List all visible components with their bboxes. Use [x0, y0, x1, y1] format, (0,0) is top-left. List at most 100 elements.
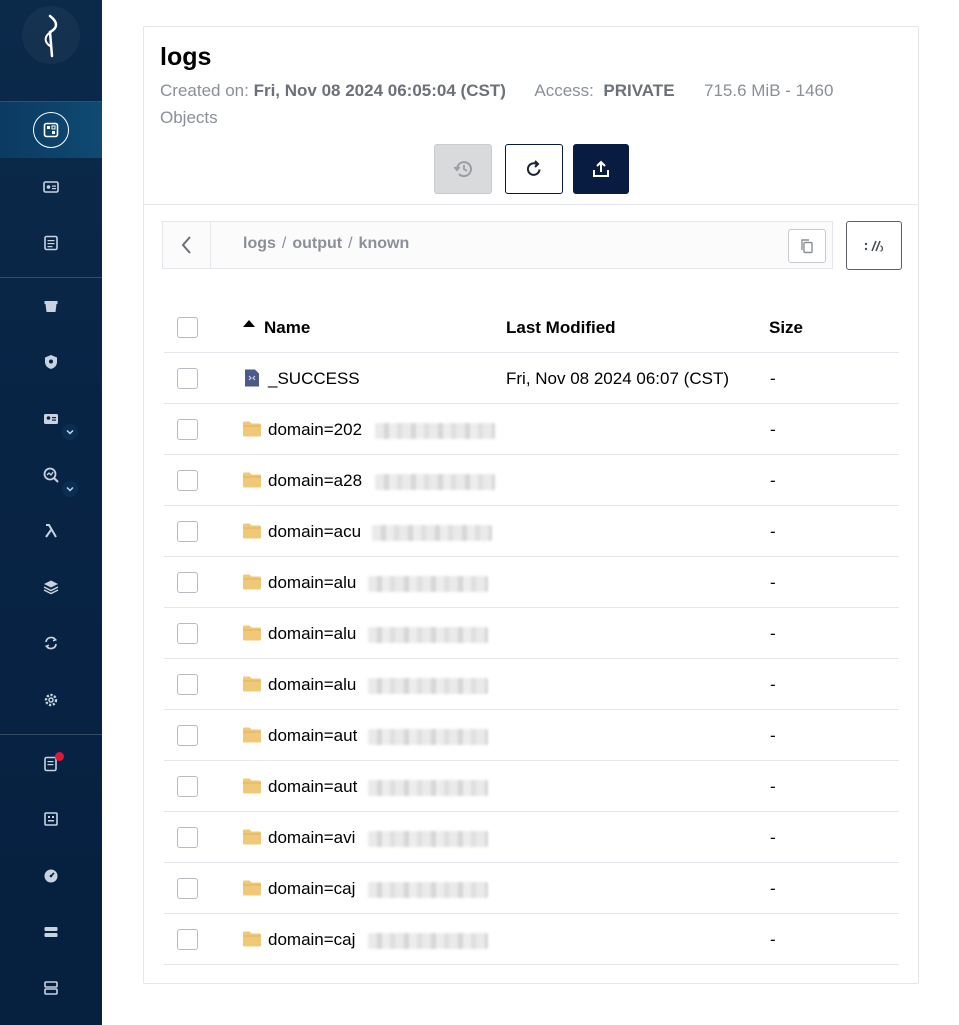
table-row[interactable]: domain=aut - — [164, 710, 899, 761]
access-value: PRIVATE — [603, 81, 675, 100]
folder-name[interactable]: domain=alu — [268, 675, 356, 695]
table-row[interactable]: domain=avi - — [164, 812, 899, 863]
back-button[interactable] — [163, 222, 211, 268]
monitoring-icon[interactable] — [41, 465, 61, 485]
select-all-checkbox[interactable] — [177, 317, 198, 338]
row-checkbox[interactable] — [177, 521, 198, 542]
table-row[interactable]: domain=caj - — [164, 914, 899, 965]
folder-icon — [242, 929, 262, 949]
redacted-text — [368, 576, 488, 592]
refresh-icon — [526, 160, 541, 176]
breadcrumb-item[interactable]: output — [292, 235, 342, 252]
table-row[interactable]: domain=aut - — [164, 761, 899, 812]
bucket-meta: Created on: Fri, Nov 08 2024 06:05:04 (C… — [160, 77, 860, 131]
column-header-size[interactable]: Size — [769, 318, 803, 338]
folder-name[interactable]: domain=aut — [268, 777, 357, 797]
object-size: - — [770, 369, 776, 388]
table-row[interactable]: domain=alu - — [164, 608, 899, 659]
folder-icon — [242, 572, 262, 592]
rewind-button[interactable] — [434, 144, 492, 194]
documentation-icon[interactable] — [41, 233, 61, 253]
redacted-text — [375, 423, 495, 439]
object-size: - — [770, 930, 776, 949]
table-row[interactable]: _SUCCESS Fri, Nov 08 2024 06:07 (CST) - — [164, 353, 899, 404]
site-replication-icon[interactable] — [41, 978, 61, 998]
table-row[interactable]: domain=caj - — [164, 863, 899, 914]
created-value: Fri, Nov 08 2024 06:05:04 (CST) — [253, 81, 506, 100]
folder-name[interactable]: domain=a28 — [268, 471, 362, 491]
settings-icon[interactable] — [41, 690, 61, 710]
policies-icon[interactable] — [41, 352, 61, 372]
row-checkbox[interactable] — [177, 878, 198, 899]
object-size: - — [770, 879, 776, 898]
folder-name[interactable]: domain=alu — [268, 624, 356, 644]
folder-name[interactable]: domain=avi — [268, 828, 355, 848]
folder-name[interactable]: domain=alu — [268, 573, 356, 593]
upload-button[interactable] — [573, 144, 629, 194]
row-checkbox[interactable] — [177, 470, 198, 491]
buckets-icon[interactable] — [33, 112, 69, 148]
redacted-text — [368, 627, 488, 643]
table-row[interactable]: domain=alu - — [164, 659, 899, 710]
row-checkbox[interactable] — [177, 368, 198, 389]
folder-icon — [242, 674, 262, 694]
copy-path-button[interactable] — [788, 229, 826, 263]
access-keys-icon[interactable] — [41, 177, 61, 197]
column-header-last-modified[interactable]: Last Modified — [506, 318, 616, 338]
table-row[interactable]: domain=acu - — [164, 506, 899, 557]
sidebar-divider — [0, 734, 102, 735]
redacted-text — [368, 831, 488, 847]
row-checkbox[interactable] — [177, 623, 198, 644]
object-size: - — [770, 828, 776, 847]
chevron-down-icon[interactable] — [62, 424, 78, 440]
folder-icon — [242, 470, 262, 490]
folder-name[interactable]: domain=aut — [268, 726, 357, 746]
refresh-button[interactable] — [505, 144, 563, 194]
table-row[interactable]: domain=alu - — [164, 557, 899, 608]
lambda-icon[interactable] — [41, 521, 61, 541]
row-checkbox[interactable] — [177, 929, 198, 950]
folder-name[interactable]: domain=202 — [268, 420, 362, 440]
identity-icon[interactable] — [41, 409, 61, 429]
created-label: Created on: — [160, 81, 249, 100]
row-checkbox[interactable] — [177, 674, 198, 695]
redacted-text — [368, 678, 488, 694]
chevron-down-icon[interactable] — [62, 481, 78, 497]
drives-icon[interactable] — [41, 922, 61, 942]
row-checkbox[interactable] — [177, 725, 198, 746]
breadcrumb-path: logs / output / known — [243, 235, 410, 252]
file-icon — [242, 368, 262, 388]
table-row[interactable]: domain=202 - — [164, 404, 899, 455]
breadcrumb-item[interactable]: logs — [243, 235, 276, 252]
chevron-left-icon — [181, 236, 191, 254]
column-header-name[interactable]: Name — [264, 318, 310, 338]
last-modified: Fri, Nov 08 2024 06:07 (CST) — [506, 369, 729, 388]
sort-ascending-icon[interactable] — [243, 320, 255, 327]
row-checkbox[interactable] — [177, 419, 198, 440]
row-checkbox[interactable] — [177, 572, 198, 593]
row-checkbox[interactable] — [177, 776, 198, 797]
tiers-icon[interactable] — [41, 577, 61, 597]
folder-icon — [242, 623, 262, 643]
copy-icon — [801, 239, 813, 254]
table-row[interactable]: domain=a28 - — [164, 455, 899, 506]
redacted-text — [375, 474, 495, 490]
folder-icon — [242, 878, 262, 898]
storage-icon[interactable] — [41, 296, 61, 316]
row-checkbox[interactable] — [177, 827, 198, 848]
rewind-toggle-button[interactable] — [846, 221, 902, 270]
breadcrumb-item[interactable]: known — [359, 235, 410, 252]
metrics-icon[interactable] — [41, 866, 61, 886]
folder-name[interactable]: domain=caj — [268, 930, 355, 950]
object-size: - — [770, 726, 776, 745]
folder-name[interactable]: domain=caj — [268, 879, 355, 899]
notification-badge — [55, 752, 64, 761]
sidebar — [0, 0, 102, 1025]
minio-logo-icon[interactable] — [22, 6, 80, 64]
replication-icon[interactable] — [41, 633, 61, 653]
redacted-text — [368, 780, 488, 796]
file-name[interactable]: _SUCCESS — [268, 369, 360, 389]
folder-name[interactable]: domain=acu — [268, 522, 361, 542]
redacted-text — [368, 933, 488, 949]
support-icon[interactable] — [41, 809, 61, 829]
